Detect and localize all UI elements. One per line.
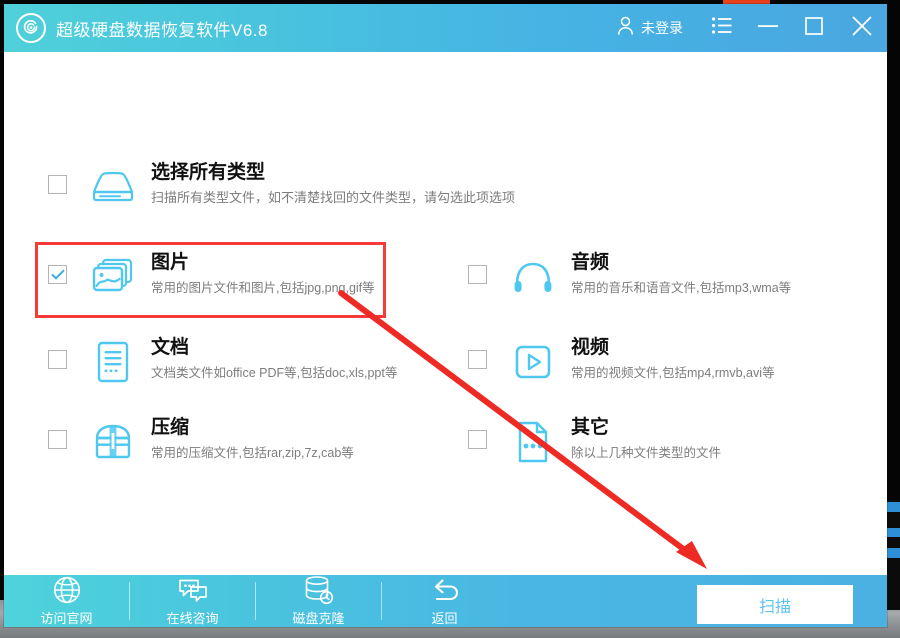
- titlebar-controls: 未登录: [606, 4, 887, 52]
- file-type-desc-all: 扫描所有类型文件，如不清楚找回的文件类型，请勾选此项选项: [151, 190, 516, 205]
- close-icon: [852, 16, 872, 41]
- file-type-option-document[interactable]: 文档 文档类文件如office PDF等,包括doc,xls,ppt等: [48, 335, 397, 386]
- file-type-desc-video: 常用的视频文件,包括mp4,rmvb,avi等: [571, 366, 775, 380]
- checkbox-audio[interactable]: [468, 265, 487, 284]
- file-type-text-all: 选择所有类型 扫描所有类型文件，如不清楚找回的文件类型，请勾选此项选项: [151, 160, 515, 206]
- checkbox-picture[interactable]: [48, 265, 67, 284]
- minimize-button[interactable]: [745, 4, 791, 52]
- annotation-arrow: [338, 290, 707, 569]
- file-type-option-video[interactable]: 视频 常用的视频文件,包括mp4,rmvb,avi等: [468, 335, 775, 386]
- file-type-desc-archive: 常用的压缩文件,包括rar,zip,7z,cab等: [151, 446, 354, 460]
- undo-arrow-icon: [430, 575, 460, 605]
- hard-disk-icon: [89, 163, 137, 211]
- file-type-text-other: 其它 除以上几种文件类型的文件: [571, 415, 721, 461]
- file-type-option-all[interactable]: 选择所有类型 扫描所有类型文件，如不清楚找回的文件类型，请勾选此项选项: [48, 160, 515, 211]
- footer-label-back: 返回: [431, 611, 458, 626]
- video-play-icon: [509, 338, 557, 386]
- checkbox-archive[interactable]: [48, 430, 67, 449]
- globe-icon: [53, 575, 81, 605]
- file-type-text-audio: 音频 常用的音乐和语音文件,包括mp3,wma等: [571, 250, 791, 296]
- title-bar: 超级硬盘数据恢复软件V6.8 未登录: [4, 4, 887, 52]
- file-type-name-video: 视频: [571, 337, 610, 358]
- minimize-icon: [758, 19, 778, 38]
- background-right-strip: [887, 500, 900, 610]
- file-type-text-document: 文档 文档类文件如office PDF等,包括doc,xls,ppt等: [151, 335, 397, 381]
- file-type-name-document: 文档: [151, 337, 190, 358]
- chat-bubbles-icon: [178, 575, 208, 605]
- footer-item-consult[interactable]: 在线咨询: [130, 575, 255, 627]
- maximize-button[interactable]: [791, 4, 837, 52]
- file-type-option-picture[interactable]: 图片 常用的图片文件和图片,包括jpg,png,gif等: [48, 250, 375, 301]
- file-type-desc-other: 除以上几种文件类型的文件: [571, 446, 722, 460]
- file-type-name-audio: 音频: [571, 252, 610, 273]
- file-type-option-archive[interactable]: 压缩 常用的压缩文件,包括rar,zip,7z,cab等: [48, 415, 354, 466]
- content-area: 选择所有类型 扫描所有类型文件，如不清楚找回的文件类型，请勾选此项选项 图片 常…: [4, 52, 887, 575]
- checkbox-video[interactable]: [468, 350, 487, 369]
- checkbox-document[interactable]: [48, 350, 67, 369]
- file-type-text-video: 视频 常用的视频文件,包括mp4,rmvb,avi等: [571, 335, 775, 381]
- file-type-name-other: 其它: [571, 417, 610, 438]
- document-icon: [89, 338, 137, 386]
- file-type-name-picture: 图片: [151, 252, 190, 273]
- maximize-icon: [805, 16, 823, 40]
- headphones-icon: [509, 253, 557, 301]
- file-type-text-picture: 图片 常用的图片文件和图片,包括jpg,png,gif等: [151, 250, 375, 296]
- file-type-option-audio[interactable]: 音频 常用的音乐和语音文件,包括mp3,wma等: [468, 250, 791, 301]
- file-type-desc-document: 文档类文件如office PDF等,包括doc,xls,ppt等: [151, 366, 398, 380]
- account-label: 未登录: [641, 20, 683, 36]
- file-type-option-other[interactable]: 其它 除以上几种文件类型的文件: [468, 415, 721, 466]
- footer-label-website: 访问官网: [40, 611, 93, 626]
- checkbox-other[interactable]: [468, 430, 487, 449]
- file-type-desc-picture: 常用的图片文件和图片,包括jpg,png,gif等: [151, 281, 375, 295]
- file-type-name-archive: 压缩: [151, 417, 190, 438]
- image-icon: [89, 253, 137, 301]
- footer-label-consult: 在线咨询: [166, 611, 219, 626]
- archive-box-icon: [89, 418, 137, 466]
- file-type-desc-audio: 常用的音乐和语音文件,包括mp3,wma等: [571, 281, 792, 295]
- checkbox-all[interactable]: [48, 175, 67, 194]
- footer-item-back[interactable]: 返回: [382, 575, 507, 627]
- disk-clone-icon: [304, 575, 334, 605]
- application-window: 超级硬盘数据恢复软件V6.8 未登录 选择所有类型 扫描所有类型文件，如不清楚找…: [4, 4, 887, 627]
- footer-label-clone: 磁盘克隆: [292, 611, 345, 626]
- app-logo-icon: [16, 13, 46, 43]
- footer-toolbar: 访问官网 在线咨询 磁盘克隆 返回 扫描: [4, 575, 887, 627]
- file-type-name-all: 选择所有类型: [151, 162, 266, 183]
- close-button[interactable]: [837, 4, 887, 52]
- other-file-icon: [509, 418, 557, 466]
- menu-button[interactable]: [699, 4, 745, 52]
- scan-button[interactable]: 扫描: [697, 585, 853, 624]
- user-icon: [617, 16, 634, 40]
- window-title: 超级硬盘数据恢复软件V6.8: [56, 20, 268, 40]
- list-menu-icon: [712, 17, 732, 39]
- account-button[interactable]: 未登录: [606, 4, 699, 52]
- footer-item-clone[interactable]: 磁盘克隆: [256, 575, 381, 627]
- footer-item-website[interactable]: 访问官网: [4, 575, 129, 627]
- file-type-text-archive: 压缩 常用的压缩文件,包括rar,zip,7z,cab等: [151, 415, 354, 461]
